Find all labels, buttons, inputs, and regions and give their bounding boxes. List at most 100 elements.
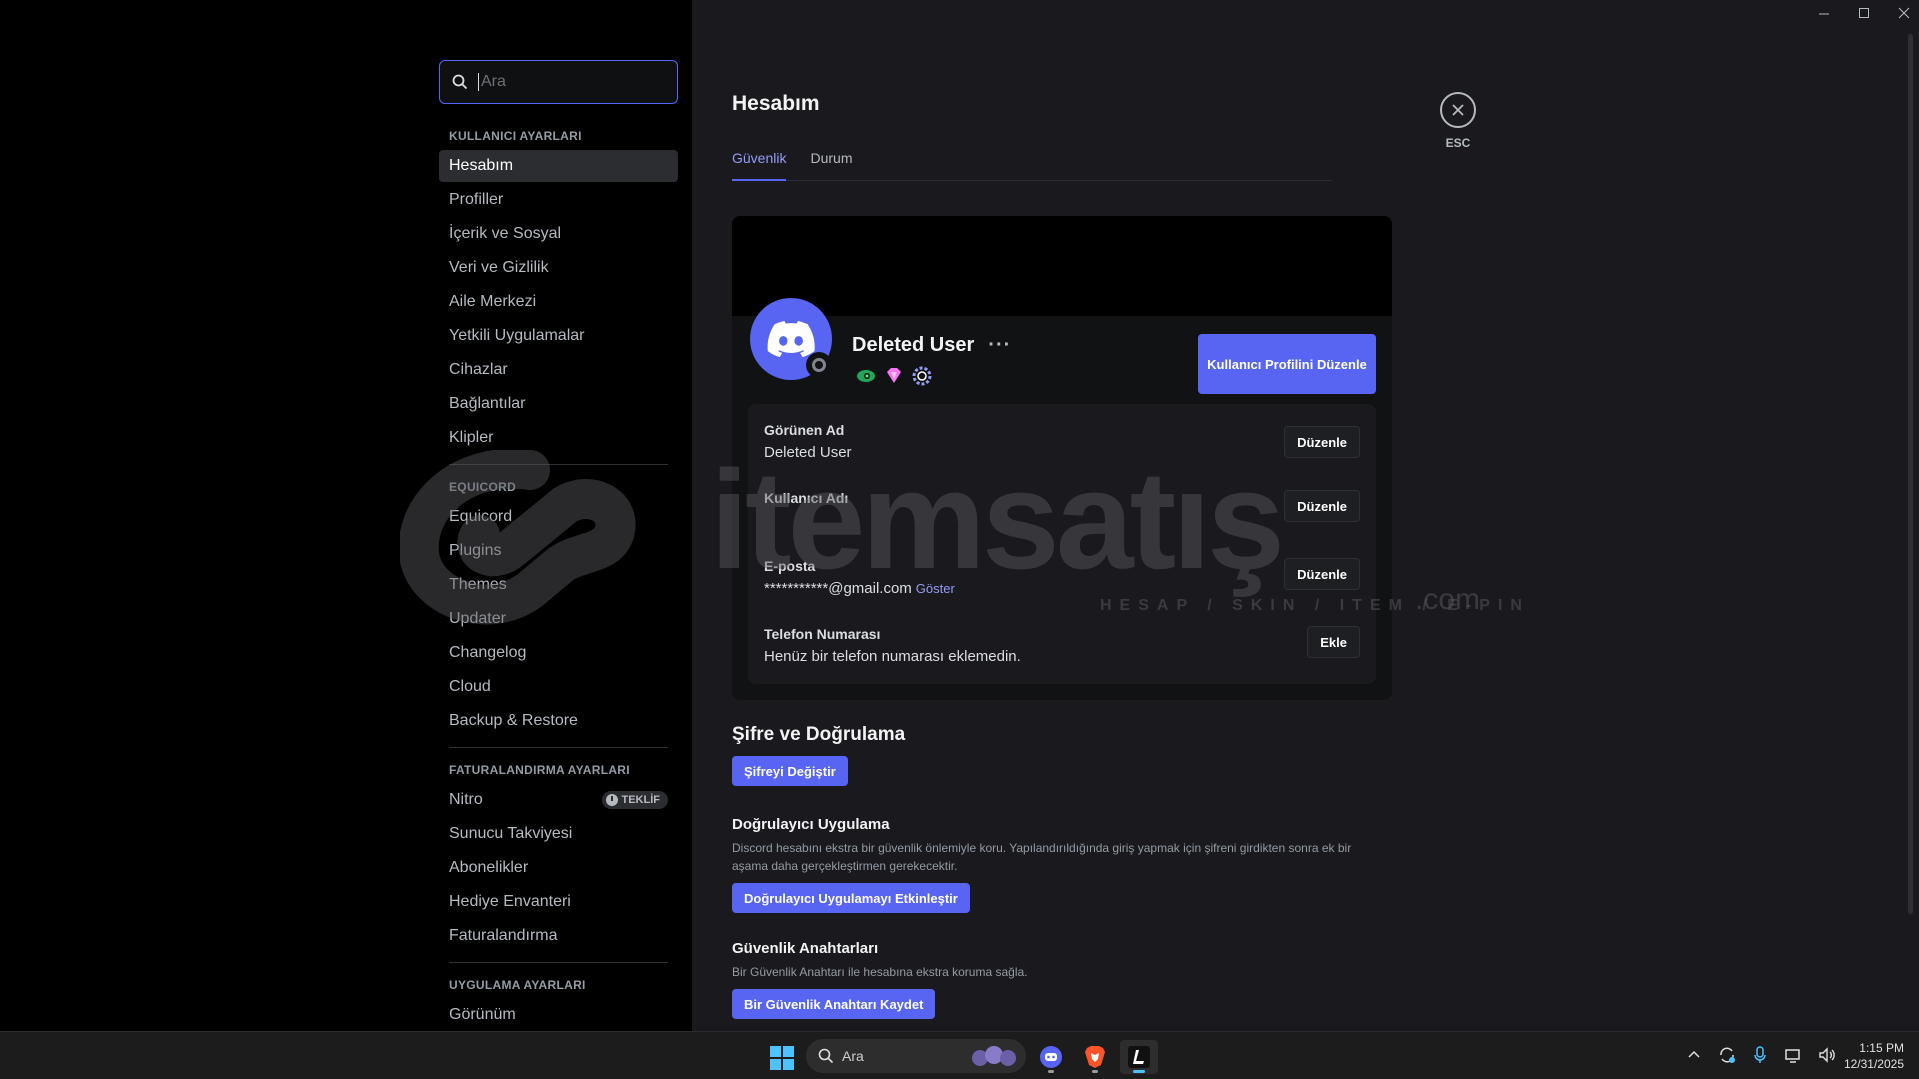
running-indicator <box>1092 1070 1098 1073</box>
system-tray <box>1686 1046 1836 1064</box>
app-icon <box>1128 1046 1150 1068</box>
clock-time: 1:15 PM <box>1859 1041 1904 1055</box>
taskbar-brave[interactable] <box>1076 1040 1114 1074</box>
enable-authenticator-button[interactable]: Doğrulayıcı Uygulamayı Etkinleştir <box>732 883 970 913</box>
edit-username-button[interactable]: Düzenle <box>1284 490 1360 522</box>
settings-search-input[interactable] <box>478 73 658 91</box>
settings-search[interactable] <box>439 60 678 104</box>
sync-icon[interactable] <box>1718 1046 1736 1064</box>
display-name-label: Görünen Ad <box>764 422 845 438</box>
sidebar-item-connections[interactable]: Bağlantılar <box>439 388 678 420</box>
clock-date: 12/31/2025 <box>1843 1057 1904 1071</box>
windows-start-icon[interactable] <box>770 1046 794 1070</box>
chevron-up-icon[interactable] <box>1686 1047 1702 1063</box>
sidebar-item-label: Görünüm <box>449 1006 516 1023</box>
edit-email-button[interactable]: Düzenle <box>1284 558 1360 590</box>
discord-icon <box>1040 1046 1062 1068</box>
watermark-brand: itemsatış <box>710 441 1285 598</box>
sidebar-item-label: Changelog <box>449 644 527 661</box>
sidebar-item-server-boost[interactable]: Sunucu Takviyesi <box>439 818 678 850</box>
close-icon <box>1452 104 1464 116</box>
sidebar-item-subscriptions[interactable]: Abonelikler <box>439 852 678 884</box>
taskbar-discord[interactable] <box>1032 1040 1070 1074</box>
tab-status[interactable]: Durum <box>810 150 852 181</box>
running-indicator <box>1048 1070 1054 1073</box>
add-phone-button[interactable]: Ekle <box>1307 626 1360 658</box>
minimize-icon[interactable] <box>1817 6 1831 20</box>
more-options-icon[interactable]: ··· <box>988 334 1011 357</box>
sidebar-item-family-center[interactable]: Aile Merkezi <box>439 286 678 318</box>
password-section: Şifre ve Doğrulama Şifreyi Değiştir <box>732 724 1412 786</box>
sidebar-item-changelog[interactable]: Changelog <box>439 637 678 669</box>
sidebar-item-label: Abonelikler <box>449 859 529 876</box>
boost-badge-icon[interactable] <box>912 366 932 386</box>
close-settings[interactable]: ESC <box>1432 92 1484 150</box>
sidebar-item-label: Veri ve Gizlilik <box>449 259 549 276</box>
sidebar-item-label: Nitro <box>449 791 483 808</box>
offer-badge: TEKLİF <box>601 791 668 809</box>
discord-logo-icon <box>767 321 815 357</box>
sidebar-item-clips[interactable]: Klipler <box>439 422 678 454</box>
tab-security[interactable]: Güvenlik <box>732 150 787 181</box>
search-highlight-icon <box>972 1046 1016 1066</box>
security-keys-section: Güvenlik Anahtarları Bir Güvenlik Anahta… <box>732 940 1412 1019</box>
sidebar-item-gift-inventory[interactable]: Hediye Envanteri <box>439 886 678 918</box>
sidebar-item-content-social[interactable]: İçerik ve Sosyal <box>439 218 678 250</box>
sidebar-item-appearance[interactable]: Görünüm <box>439 999 678 1031</box>
maximize-icon[interactable] <box>1857 6 1871 20</box>
sidebar-item-data-privacy[interactable]: Veri ve Gizlilik <box>439 252 678 284</box>
authenticator-title: Doğrulayıcı Uygulama <box>732 816 890 833</box>
register-security-key-button[interactable]: Bir Güvenlik Anahtarı Kaydet <box>732 989 936 1019</box>
taskbar: Ara 1:15 PM 12/31/2025 <box>0 1031 1919 1079</box>
sidebar-divider <box>449 747 668 748</box>
sidebar-divider <box>449 962 668 963</box>
window-close-icon[interactable] <box>1897 6 1911 20</box>
edit-user-profile-button[interactable]: Kullanıcı Profilini Düzenle <box>1198 334 1376 394</box>
tab-bar: Güvenlik Durum <box>732 150 1332 181</box>
change-password-button[interactable]: Şifreyi Değiştir <box>732 756 848 786</box>
sidebar-item-devices[interactable]: Cihazlar <box>439 354 678 386</box>
quest-badge-icon[interactable] <box>856 366 876 386</box>
taskbar-search[interactable]: Ara <box>806 1039 1026 1073</box>
sidebar-item-plugins[interactable]: Plugins <box>439 535 678 567</box>
network-icon[interactable] <box>1784 1046 1802 1064</box>
section-head-user-settings: KULLANICI AYARLARI <box>449 129 582 143</box>
sidebar-item-equicord[interactable]: Equicord <box>439 501 678 533</box>
sidebar-item-backup-restore[interactable]: Backup & Restore <box>439 705 678 737</box>
sidebar-item-my-account[interactable]: Hesabım <box>439 150 678 182</box>
microphone-icon[interactable] <box>1752 1046 1768 1064</box>
security-keys-description: Bir Güvenlik Anahtarı ile hesabına ekstr… <box>732 965 1028 979</box>
sidebar-divider <box>449 464 668 465</box>
search-icon <box>818 1048 834 1064</box>
sidebar-item-billing[interactable]: Faturalandırma <box>439 920 678 952</box>
avatar[interactable] <box>750 298 840 388</box>
section-head-billing: FATURALANDIRMA AYARLARI <box>449 763 630 777</box>
sidebar-item-label: Profiller <box>449 191 504 208</box>
sidebar-item-label: Yetkili Uygulamalar <box>449 327 585 344</box>
taskbar-active-app[interactable] <box>1120 1040 1158 1074</box>
sidebar-item-label: Backup & Restore <box>449 712 578 729</box>
sidebar-item-label: Faturalandırma <box>449 927 558 944</box>
sidebar-item-label: Themes <box>449 576 507 593</box>
section-head-equicord: EQUICORD <box>449 480 517 494</box>
sidebar-item-label: İçerik ve Sosyal <box>449 225 562 242</box>
nitro-gem-badge-icon[interactable] <box>884 366 904 386</box>
sidebar-item-nitro[interactable]: Nitro TEKLİF <box>439 784 678 816</box>
edit-display-name-button[interactable]: Düzenle <box>1284 426 1360 458</box>
settings-sidebar: KULLANICI AYARLARI Hesabım Profiller İçe… <box>0 0 692 1031</box>
sidebar-item-label: Aile Merkezi <box>449 293 537 310</box>
sidebar-item-authorized-apps[interactable]: Yetkili Uygulamalar <box>439 320 678 352</box>
profile-display-name: Deleted User <box>852 334 975 356</box>
sidebar-item-updater[interactable]: Updater <box>439 603 678 635</box>
sidebar-content: KULLANICI AYARLARI Hesabım Profiller İçe… <box>439 60 678 1033</box>
sidebar-item-cloud[interactable]: Cloud <box>439 671 678 703</box>
close-button[interactable] <box>1440 92 1476 128</box>
sidebar-item-themes[interactable]: Themes <box>439 569 678 601</box>
sidebar-item-label: Bağlantılar <box>449 395 526 412</box>
taskbar-clock[interactable]: 1:15 PM 12/31/2025 <box>1832 1040 1904 1072</box>
sidebar-item-profiles[interactable]: Profiller <box>439 184 678 216</box>
page-header: Hesabım Güvenlik Durum <box>732 92 1392 181</box>
sidebar-item-label: Cihazlar <box>449 361 508 378</box>
esc-label: ESC <box>1445 136 1471 150</box>
main-scrollbar[interactable] <box>1908 34 1913 914</box>
